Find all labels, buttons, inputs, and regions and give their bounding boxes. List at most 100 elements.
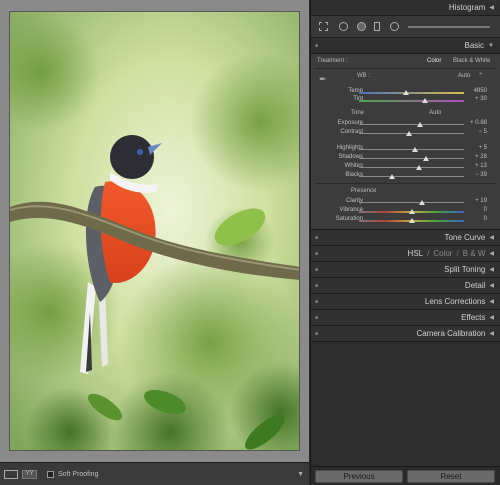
basic-panel-body: Treatment : Color Black & White ✒ WB : A… bbox=[311, 54, 500, 230]
tint-row: Tint + 30 bbox=[311, 96, 500, 104]
effects-title: Effects bbox=[461, 313, 486, 322]
whites-value[interactable]: + 13 bbox=[475, 163, 487, 169]
saturation-knob[interactable] bbox=[408, 218, 415, 223]
shadows-knob[interactable] bbox=[423, 156, 430, 161]
expand-triangle-icon: ◀ bbox=[489, 251, 494, 257]
panel-header-detail[interactable]: ■ Detail ◀ bbox=[311, 278, 500, 294]
tint-knob[interactable] bbox=[422, 98, 429, 103]
before-after-view-button[interactable]: YY bbox=[22, 469, 37, 479]
temp-value[interactable]: 4850 bbox=[474, 88, 487, 94]
temp-knob[interactable] bbox=[403, 90, 410, 95]
collapse-triangle-icon: ▼ bbox=[488, 42, 494, 49]
toolbar-dropdown-icon[interactable]: ▼ bbox=[297, 471, 304, 478]
shadows-value[interactable]: + 28 bbox=[475, 154, 487, 160]
blacks-knob[interactable] bbox=[388, 174, 395, 179]
contrast-slider[interactable] bbox=[359, 131, 464, 136]
panel-switch-icon[interactable]: ■ bbox=[315, 331, 318, 337]
shadows-row: Shadows + 28 bbox=[311, 154, 500, 162]
photo-preview[interactable] bbox=[9, 11, 300, 451]
tone-auto-button[interactable]: Auto bbox=[429, 110, 441, 116]
temp-slider[interactable] bbox=[359, 90, 464, 95]
shadows-label: Shadows bbox=[338, 154, 363, 160]
saturation-slider[interactable] bbox=[359, 218, 464, 223]
reset-button[interactable]: Reset bbox=[407, 470, 495, 483]
clarity-knob[interactable] bbox=[419, 200, 425, 205]
whites-knob[interactable] bbox=[415, 165, 422, 170]
blacks-slider[interactable] bbox=[359, 174, 464, 179]
tone-curve-title: Tone Curve bbox=[444, 233, 486, 242]
clarity-row: Clarity + 19 bbox=[311, 198, 500, 206]
highlights-value[interactable]: + 5 bbox=[478, 145, 487, 151]
clarity-label: Clarity bbox=[345, 198, 363, 204]
panel-header-split-toning[interactable]: ■ Split Toning ◀ bbox=[311, 262, 500, 278]
treatment-bw-option[interactable]: Black & White bbox=[453, 58, 490, 64]
graduated-filter-icon[interactable] bbox=[374, 22, 380, 31]
saturation-value[interactable]: 0 bbox=[484, 216, 487, 222]
exposure-slider[interactable] bbox=[359, 122, 464, 127]
panel-header-basic[interactable]: ■ Basic ▼ bbox=[311, 38, 500, 54]
tab-separator: / bbox=[427, 249, 430, 258]
vibrance-slider[interactable] bbox=[359, 209, 464, 214]
brush-slider[interactable] bbox=[408, 26, 490, 28]
panel-switch-icon[interactable]: ■ bbox=[315, 283, 318, 289]
wb-dropdown-icon[interactable]: ÷ bbox=[479, 72, 482, 78]
treatment-label: Treatment : bbox=[317, 58, 348, 64]
loupe-view-icon[interactable] bbox=[4, 469, 18, 479]
tint-value[interactable]: + 30 bbox=[475, 96, 487, 102]
split-toning-title: Split Toning bbox=[444, 265, 486, 274]
clarity-slider[interactable] bbox=[359, 200, 464, 205]
panel-header-histogram[interactable]: Histogram ◀ bbox=[311, 0, 500, 16]
bw-tab[interactable]: B & W bbox=[463, 249, 486, 258]
contrast-knob[interactable] bbox=[406, 131, 413, 136]
spot-removal-icon[interactable] bbox=[339, 22, 348, 31]
histogram-title: Histogram bbox=[448, 3, 486, 12]
clarity-value[interactable]: + 19 bbox=[475, 198, 487, 204]
lens-corrections-title: Lens Corrections bbox=[424, 297, 486, 306]
contrast-value[interactable]: − 5 bbox=[478, 129, 487, 135]
blacks-value[interactable]: − 39 bbox=[475, 172, 487, 178]
hsl-tab[interactable]: HSL bbox=[408, 249, 424, 258]
soft-proofing-checkbox[interactable] bbox=[47, 470, 54, 478]
exposure-label: Exposure bbox=[337, 120, 363, 126]
treatment-color-option[interactable]: Color bbox=[427, 58, 441, 64]
shadows-slider[interactable] bbox=[359, 156, 464, 161]
expand-triangle-icon: ◀ bbox=[489, 235, 494, 241]
radial-filter-icon[interactable] bbox=[390, 22, 399, 31]
wb-eyedropper-icon[interactable]: ✒ bbox=[319, 74, 327, 85]
whites-row: Whites + 13 bbox=[311, 163, 500, 171]
panel-switch-icon[interactable]: ■ bbox=[315, 315, 318, 321]
panel-header-lens-corrections[interactable]: ■ Lens Corrections ◀ bbox=[311, 294, 500, 310]
panel-header-effects[interactable]: ■ Effects ◀ bbox=[311, 310, 500, 326]
red-eye-icon[interactable] bbox=[357, 22, 366, 31]
crop-tool-icon[interactable] bbox=[319, 22, 328, 31]
panel-switch-icon[interactable]: ■ bbox=[315, 43, 318, 49]
panel-switch-icon[interactable]: ■ bbox=[315, 299, 318, 305]
whites-slider[interactable] bbox=[359, 165, 464, 170]
basic-title: Basic bbox=[464, 41, 485, 50]
highlights-knob[interactable] bbox=[411, 147, 418, 152]
wb-value-select[interactable]: Auto bbox=[458, 73, 470, 79]
vibrance-knob[interactable] bbox=[408, 209, 415, 214]
panel-switch-icon[interactable]: ■ bbox=[315, 235, 318, 241]
color-tab[interactable]: Color bbox=[433, 249, 452, 258]
blacks-label: Blacks bbox=[345, 172, 363, 178]
expand-triangle-icon: ◀ bbox=[489, 283, 494, 289]
vibrance-value[interactable]: 0 bbox=[484, 207, 487, 213]
temp-row: Temp 4850 bbox=[311, 88, 500, 96]
expand-triangle-icon: ◀ bbox=[489, 315, 494, 321]
presence-label: Presence bbox=[351, 188, 377, 194]
saturation-row: Saturation 0 bbox=[311, 216, 500, 224]
previous-button[interactable]: Previous bbox=[315, 470, 403, 483]
panel-header-hsl[interactable]: ■ HSL / Color / B & W ◀ bbox=[311, 246, 500, 262]
panel-header-camera-calibration[interactable]: ■ Camera Calibration ◀ bbox=[311, 326, 500, 342]
panel-header-tone-curve[interactable]: ■ Tone Curve ◀ bbox=[311, 230, 500, 246]
panel-switch-icon[interactable]: ■ bbox=[315, 251, 318, 257]
exposure-value[interactable]: + 0.88 bbox=[470, 120, 487, 126]
panel-switch-icon[interactable]: ■ bbox=[315, 267, 318, 273]
highlights-slider[interactable] bbox=[359, 147, 464, 152]
exposure-row: Exposure + 0.88 bbox=[311, 120, 500, 128]
exposure-knob[interactable] bbox=[416, 122, 423, 127]
divider bbox=[315, 183, 496, 184]
panel-button-bar: Previous Reset bbox=[311, 466, 500, 485]
tint-slider[interactable] bbox=[359, 98, 464, 103]
